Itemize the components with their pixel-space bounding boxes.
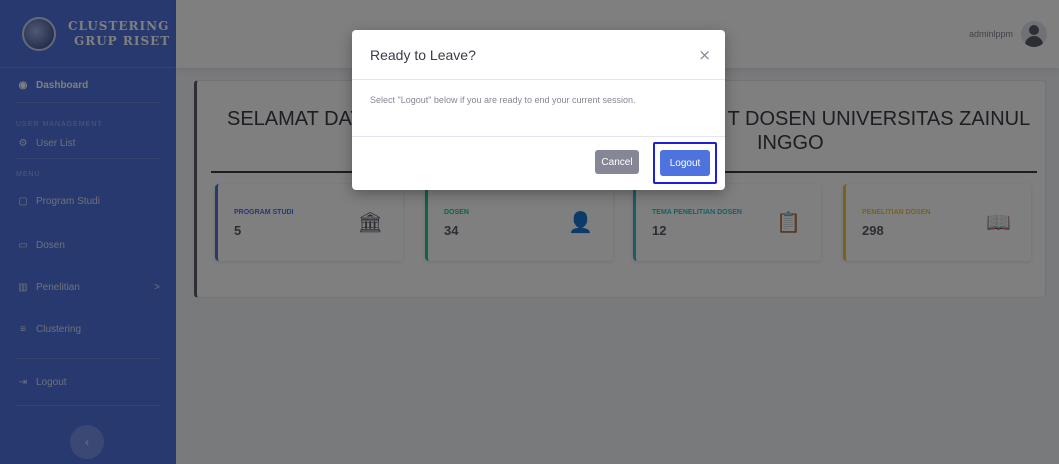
modal-footer: Cancel Logout	[352, 137, 725, 190]
logout-button-highlight: Logout	[653, 142, 717, 184]
logout-button[interactable]: Logout	[660, 150, 710, 176]
modal-body: Select "Logout" below if you are ready t…	[352, 80, 725, 137]
modal-title: Ready to Leave?	[370, 47, 476, 63]
logout-modal: Ready to Leave? × Select "Logout" below …	[352, 30, 725, 190]
modal-header: Ready to Leave? ×	[352, 30, 725, 80]
close-icon[interactable]: ×	[698, 46, 711, 64]
cancel-button[interactable]: Cancel	[595, 150, 639, 174]
